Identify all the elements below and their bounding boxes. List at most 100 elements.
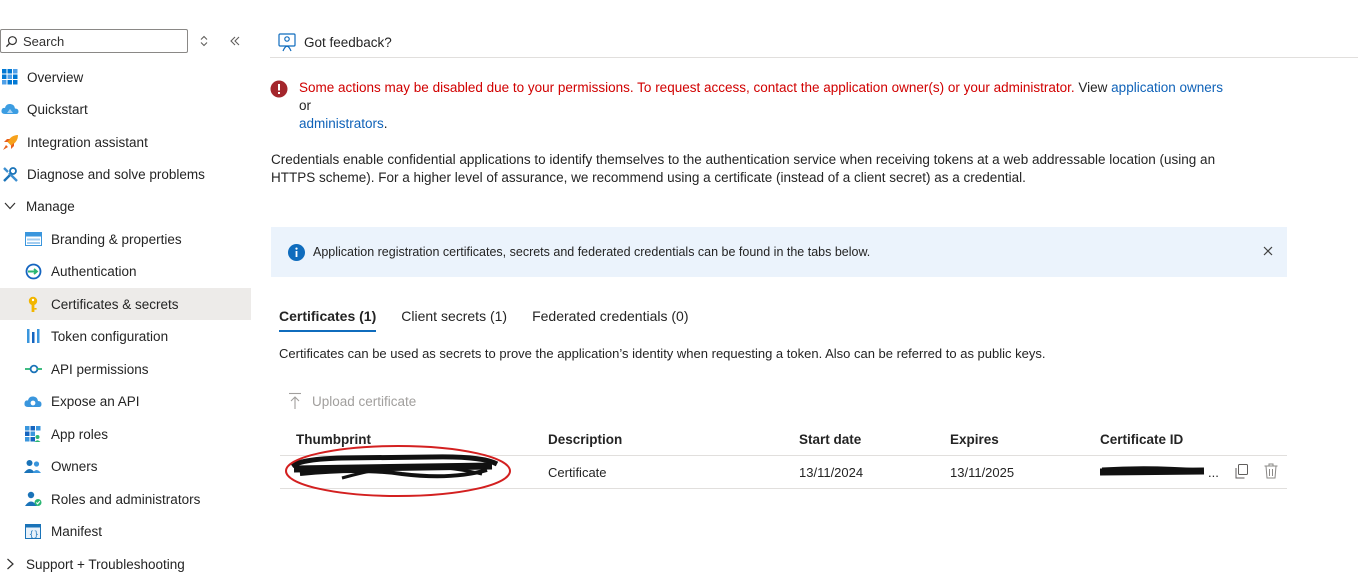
command-bar: Got feedback? xyxy=(270,28,1358,58)
description-cell: Certificate xyxy=(548,464,607,480)
collapse-sidebar-button[interactable] xyxy=(228,33,242,49)
column-header-certificate-id: Certificate ID xyxy=(1100,432,1184,447)
search-placeholder: Search xyxy=(23,33,65,49)
admin-icon xyxy=(24,490,42,508)
info-banner-text: Application registration certificates, s… xyxy=(313,245,871,259)
sidebar-item-authentication[interactable]: Authentication xyxy=(0,255,251,287)
info-banner: Application registration certificates, s… xyxy=(271,227,1287,277)
sidebar-item-label: Overview xyxy=(27,69,84,85)
tab-client-secrets[interactable]: Client secrets (1) xyxy=(401,303,507,331)
administrators-link[interactable]: administrators xyxy=(299,116,384,131)
credentials-description: Credentials enable confidential applicat… xyxy=(271,152,1216,185)
tab-certificates[interactable]: Certificates (1) xyxy=(279,303,377,332)
sidebar-item-owners[interactable]: Owners xyxy=(0,450,251,482)
certificate-id-redaction xyxy=(1100,466,1205,476)
sidebar-group-support[interactable]: Support + Troubleshooting xyxy=(0,548,251,580)
cloud-api-icon xyxy=(24,392,42,410)
warning-view-text: View xyxy=(1074,80,1112,95)
feedback-button[interactable]: Got feedback? xyxy=(304,35,392,50)
sidebar-item-integration-assistant[interactable]: Integration assistant xyxy=(0,126,251,158)
sort-toggle-button[interactable] xyxy=(197,33,211,49)
sidebar-item-token-configuration[interactable]: Token configuration xyxy=(0,320,251,352)
upload-certificate-button[interactable]: Upload certificate xyxy=(288,392,416,410)
error-icon xyxy=(270,80,288,98)
warning-end: . xyxy=(383,116,388,131)
svg-text:{}: {} xyxy=(29,529,39,538)
bars-icon xyxy=(24,327,42,345)
web-icon xyxy=(24,230,42,248)
sidebar-item-label: API permissions xyxy=(51,361,149,377)
sidebar-item-label: App roles xyxy=(51,426,109,442)
start-date-cell: 13/11/2024 xyxy=(799,464,864,480)
expires-cell: 13/11/2025 xyxy=(950,464,1015,480)
sidebar-group-manage[interactable]: Manage xyxy=(0,190,251,222)
api-icon xyxy=(24,360,42,378)
certificates-note: Certificates can be used as secrets to p… xyxy=(279,346,1046,361)
sidebar-item-label: Manage xyxy=(26,198,75,214)
upload-icon xyxy=(289,392,301,409)
search-icon xyxy=(5,35,17,47)
column-header-description: Description xyxy=(548,432,623,447)
warning-or-text: or xyxy=(299,98,312,113)
rocket-icon xyxy=(1,133,19,151)
apps-icon xyxy=(24,425,42,443)
search-input[interactable]: Search xyxy=(0,29,188,53)
warning-message: Some actions may be disabled due to your… xyxy=(299,80,1075,95)
sidebar-item-label: Quickstart xyxy=(27,101,88,117)
sidebar-item-diagnose[interactable]: Diagnose and solve problems xyxy=(0,158,251,190)
sidebar-item-certificates-secrets[interactable]: Certificates & secrets xyxy=(0,288,251,320)
auth-icon xyxy=(24,262,42,280)
column-header-start-date: Start date xyxy=(799,432,862,447)
sidebar: Search Overview Quickstart Integration a… xyxy=(0,0,251,585)
grid-icon xyxy=(1,68,19,86)
credential-tabs: Certificates (1) Client secrets (1) Fede… xyxy=(279,303,714,333)
redaction-scribble xyxy=(285,445,511,497)
warning-text: Some actions may be disabled due to your… xyxy=(299,79,1230,133)
sidebar-item-quickstart[interactable]: Quickstart xyxy=(0,93,251,125)
close-icon[interactable] xyxy=(1261,244,1275,258)
main-content: Got feedback? Some actions may be disabl… xyxy=(270,0,1358,585)
key-icon xyxy=(10,0,20,4)
chevron-right-icon xyxy=(3,555,17,573)
info-icon xyxy=(288,243,305,261)
sidebar-item-label: Certificates & secrets xyxy=(51,296,179,312)
sidebar-item-label: Owners xyxy=(51,458,98,474)
sidebar-item-label: Token configuration xyxy=(51,328,169,344)
sidebar-item-manifest[interactable]: {} Manifest xyxy=(0,515,251,547)
certificate-id-ellipsis: ... xyxy=(1208,464,1219,480)
sidebar-item-label: Diagnose and solve problems xyxy=(27,166,205,182)
sidebar-item-branding[interactable]: Branding & properties xyxy=(0,223,251,255)
double-chevron-left-icon xyxy=(230,36,240,46)
feedback-icon xyxy=(278,33,298,53)
tab-federated-credentials[interactable]: Federated credentials (0) xyxy=(532,303,688,331)
manifest-icon: {} xyxy=(24,522,42,540)
delete-icon[interactable] xyxy=(1264,463,1278,479)
certificate-id-cell: ... xyxy=(1100,456,1219,488)
chevron-down-icon xyxy=(3,197,17,215)
application-owners-link[interactable]: application owners xyxy=(1111,80,1223,95)
copy-icon[interactable] xyxy=(1235,463,1248,479)
sidebar-item-label: Support + Troubleshooting xyxy=(26,556,185,572)
row-actions xyxy=(1235,463,1294,479)
sidebar-item-label: Expose an API xyxy=(51,393,140,409)
certificates-table: Thumbprint Description Start date Expire… xyxy=(280,424,1287,497)
sidebar-item-expose-api[interactable]: Expose an API xyxy=(0,385,251,417)
sort-icon xyxy=(200,35,208,47)
people-icon xyxy=(24,457,42,475)
sidebar-item-app-roles[interactable]: App roles xyxy=(0,418,251,450)
key-icon xyxy=(24,295,42,313)
permission-warning: Some actions may be disabled due to your… xyxy=(270,79,1230,133)
column-header-expires: Expires xyxy=(950,432,999,447)
sidebar-item-label: Manifest xyxy=(51,523,103,539)
sidebar-item-label: Integration assistant xyxy=(27,134,148,150)
sidebar-item-roles-administrators[interactable]: Roles and administrators xyxy=(0,483,251,515)
table-row: Certificate 13/11/2024 13/11/2025 ... xyxy=(280,445,1287,497)
sidebar-item-api-permissions[interactable]: API permissions xyxy=(0,353,251,385)
sidebar-item-overview[interactable]: Overview xyxy=(0,61,251,93)
sidebar-item-label: Roles and administrators xyxy=(51,491,201,507)
cloud-icon xyxy=(1,100,19,118)
wrench-icon xyxy=(1,165,19,183)
upload-certificate-label: Upload certificate xyxy=(312,393,417,409)
sidebar-item-label: Branding & properties xyxy=(51,231,182,247)
sidebar-item-label: Authentication xyxy=(51,263,137,279)
